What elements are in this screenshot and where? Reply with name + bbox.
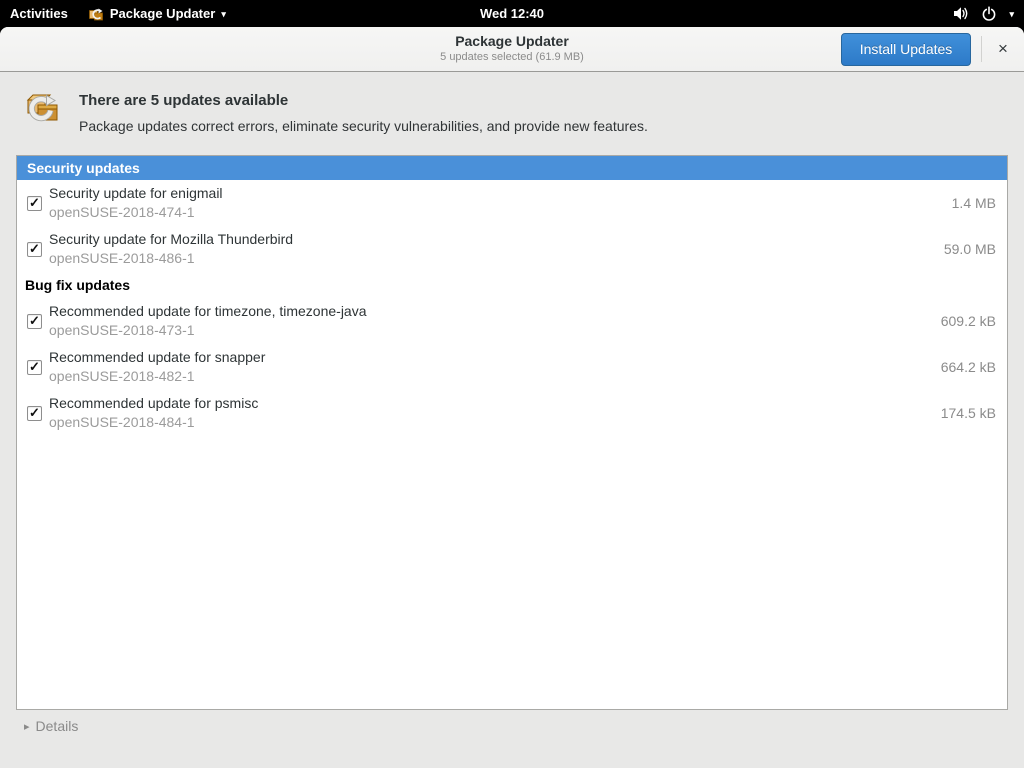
checkmark-icon: ✓ — [29, 196, 40, 209]
update-checkbox[interactable]: ✓ — [27, 196, 42, 211]
checkmark-icon: ✓ — [29, 360, 40, 373]
update-checkbox[interactable]: ✓ — [27, 242, 42, 257]
update-checkbox[interactable]: ✓ — [27, 360, 42, 375]
update-title: Security update for Mozilla Thunderbird — [49, 230, 293, 249]
update-id: openSUSE-2018-484-1 — [49, 413, 258, 432]
update-row-thunderbird[interactable]: ✓ Security update for Mozilla Thunderbir… — [17, 226, 1007, 272]
activities-label: Activities — [10, 6, 68, 21]
update-title: Recommended update for snapper — [49, 348, 265, 367]
app-menu-label: Package Updater — [110, 6, 216, 21]
details-expander[interactable]: ▸ Details — [24, 718, 78, 734]
package-updater-app-icon — [88, 6, 104, 22]
header-separator — [981, 36, 982, 62]
update-checkbox[interactable]: ✓ — [27, 406, 42, 421]
section-header-security[interactable]: Security updates — [17, 156, 1007, 180]
update-title: Recommended update for psmisc — [49, 394, 258, 413]
app-menu-button[interactable]: Package Updater ▾ — [78, 0, 236, 27]
volume-icon — [953, 6, 969, 21]
system-status-area[interactable]: ▾ — [943, 0, 1024, 27]
update-title: Security update for enigmail — [49, 184, 223, 203]
update-title: Recommended update for timezone, timezon… — [49, 302, 367, 321]
checkmark-icon: ✓ — [29, 406, 40, 419]
details-label: Details — [36, 718, 79, 734]
update-size: 1.4 MB — [952, 195, 996, 211]
chevron-down-icon: ▾ — [1009, 9, 1014, 20]
checkmark-icon: ✓ — [29, 242, 40, 255]
install-updates-button[interactable]: Install Updates — [841, 33, 971, 66]
update-row-psmisc[interactable]: ✓ Recommended update for psmisc openSUSE… — [17, 390, 1007, 436]
close-button[interactable]: × — [992, 38, 1014, 60]
update-size: 664.2 kB — [941, 359, 996, 375]
update-size: 174.5 kB — [941, 405, 996, 421]
section-header-bugfix[interactable]: Bug fix updates — [17, 272, 1007, 298]
updates-summary: There are 5 updates available Package up… — [24, 89, 648, 134]
header-bar: Package Updater 5 updates selected (61.9… — [0, 27, 1024, 72]
package-updater-window: Package Updater 5 updates selected (61.9… — [0, 27, 1024, 768]
checkmark-icon: ✓ — [29, 314, 40, 327]
software-update-icon — [24, 91, 62, 129]
activities-button[interactable]: Activities — [0, 0, 78, 27]
update-row-snapper[interactable]: ✓ Recommended update for snapper openSUS… — [17, 344, 1007, 390]
section-header-label: Bug fix updates — [25, 277, 130, 293]
update-checkbox[interactable]: ✓ — [27, 314, 42, 329]
update-size: 59.0 MB — [944, 241, 996, 257]
update-id: openSUSE-2018-486-1 — [49, 249, 293, 268]
update-id: openSUSE-2018-473-1 — [49, 321, 367, 340]
section-header-label: Security updates — [27, 160, 140, 176]
update-id: openSUSE-2018-474-1 — [49, 203, 223, 222]
top-bar: Activities Package Updater ▾ Wed 12:40 — [0, 0, 1024, 27]
update-id: openSUSE-2018-482-1 — [49, 367, 265, 386]
update-row-timezone[interactable]: ✓ Recommended update for timezone, timez… — [17, 298, 1007, 344]
chevron-down-icon: ▾ — [221, 9, 226, 20]
update-size: 609.2 kB — [941, 313, 996, 329]
updates-list: Security updates ✓ Security update for e… — [16, 155, 1008, 710]
power-icon — [981, 6, 997, 22]
expander-arrow-icon: ▸ — [24, 720, 30, 733]
update-row-enigmail[interactable]: ✓ Security update for enigmail openSUSE-… — [17, 180, 1007, 226]
updates-description: Package updates correct errors, eliminat… — [79, 118, 648, 134]
updates-available-heading: There are 5 updates available — [79, 92, 648, 109]
